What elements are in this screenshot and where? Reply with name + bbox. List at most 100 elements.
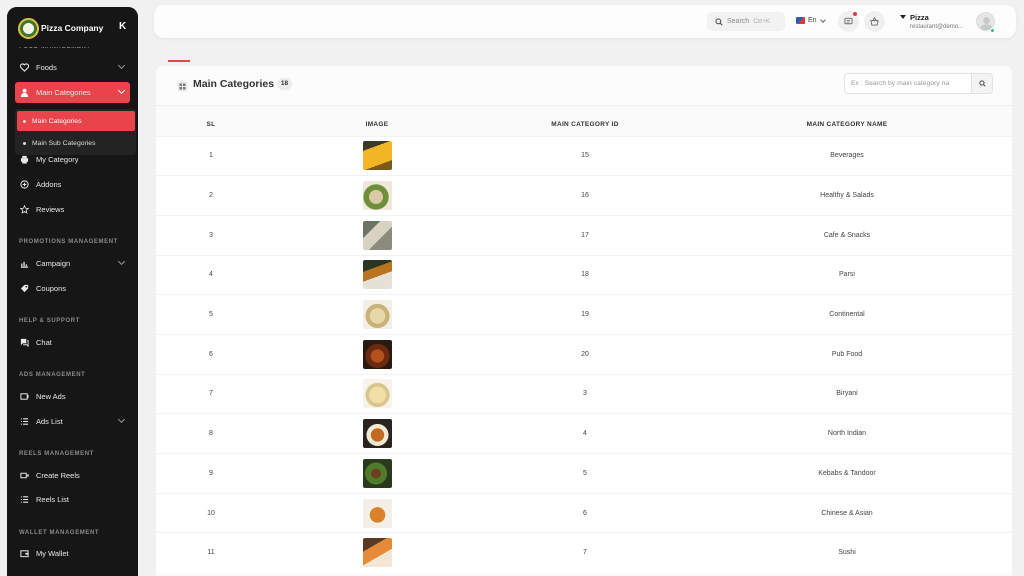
sidebar-item-label: Coupons [36, 283, 67, 293]
bullet-icon [23, 119, 26, 123]
table-row: 3 17 Cafe & Snacks [156, 215, 1012, 256]
flag-icon [796, 17, 805, 24]
sidebar-item-main-categories[interactable]: Main Categories [15, 82, 130, 103]
search-submit-button[interactable] [971, 74, 992, 93]
section-ads-management: ADS MANAGEMENT [19, 372, 86, 378]
search-shortcut: Ctrl+K [753, 18, 771, 25]
cell-category-id: 19 [581, 311, 589, 319]
list-icon [20, 417, 29, 426]
cell-sl: 1 [209, 152, 213, 160]
sidebar-item-my-wallet[interactable]: My Wallet [15, 543, 130, 563]
user-icon [20, 88, 29, 97]
sidebar-item-coupons[interactable]: Coupons [15, 278, 130, 298]
message-icon [844, 17, 853, 26]
search-icon [978, 80, 986, 87]
submenu-item-label: Main Categories [32, 117, 82, 125]
cart-button[interactable] [864, 11, 885, 32]
submenu-item-label: Main Sub Categories [32, 139, 96, 147]
printer-icon [20, 155, 29, 164]
table-row: 5 19 Continental [156, 294, 1012, 335]
cell-category-id: 4 [583, 430, 587, 438]
cell-sl: 10 [207, 509, 215, 517]
messages-button[interactable] [838, 11, 859, 32]
cell-sl: 4 [209, 271, 213, 279]
star-icon [20, 204, 29, 214]
sidebar-item-foods[interactable]: Foods [15, 57, 130, 77]
video-icon [20, 471, 29, 480]
cell-category-id: 5 [583, 469, 587, 477]
cell-category-id: 7 [583, 549, 587, 557]
sidebar-item-ads-list[interactable]: Ads List [15, 411, 130, 431]
category-search-input[interactable] [845, 74, 972, 93]
cell-category-name: Pub Food [831, 350, 863, 358]
user-name[interactable]: Pizza [910, 13, 929, 22]
chevron-down-icon [819, 16, 826, 23]
categories-table: SL IMAGE MAIN CATEGORY ID MAIN CATEGORY … [156, 114, 1012, 573]
section-wallet-management: WALLET MANAGEMENT [19, 530, 100, 536]
cell-category-name: Cafe & Snacks [823, 231, 871, 239]
submenu-item-main-categories[interactable]: Main Categories [17, 111, 135, 131]
cell-image [266, 176, 488, 216]
language-selector[interactable]: En [796, 16, 826, 24]
online-status-dot [990, 28, 995, 33]
table-row: 4 18 Parsi [156, 255, 1012, 295]
sidebar-item-my-category[interactable]: My Category [15, 149, 130, 169]
table-row: 6 20 Pub Food [156, 334, 1012, 375]
column-header-category-name: MAIN CATEGORY NAME [682, 114, 1012, 136]
cell-image [266, 255, 488, 295]
table-header-row: SL IMAGE MAIN CATEGORY ID MAIN CATEGORY … [156, 114, 1012, 136]
global-search-button[interactable]: Search Ctrl+K [707, 12, 785, 31]
collapse-sidebar-button[interactable]: K [119, 21, 126, 32]
section-promotions-management: PROMOTIONS MANAGEMENT [19, 239, 118, 245]
sidebar-item-addons[interactable]: Addons [15, 174, 130, 194]
cell-sl: 5 [209, 311, 213, 319]
column-header-category-id: MAIN CATEGORY ID [488, 114, 682, 136]
sidebar-item-label: Reels List [36, 494, 69, 504]
cell-category-id: 20 [581, 350, 589, 358]
sidebar-item-label: Main Categories [36, 88, 91, 97]
column-header-image: IMAGE [266, 114, 488, 136]
cell-sl: 3 [209, 231, 213, 239]
chevron-down-icon [117, 61, 126, 70]
table-row: 10 6 Chinese & Asian [156, 493, 1012, 533]
heart-icon [20, 62, 29, 72]
basket-icon [870, 17, 879, 26]
category-thumbnail [362, 379, 392, 409]
table-row: 2 16 Healthy & Salads [156, 175, 1012, 216]
cell-category-name: Parsi [839, 271, 855, 279]
tab-indicator [168, 60, 190, 62]
sidebar-item-reviews[interactable]: Reviews [15, 199, 130, 219]
section-reels-management: REELS MANAGEMENT [19, 451, 94, 457]
category-thumbnail [362, 538, 392, 568]
page-title: Main Categories [193, 78, 275, 90]
cell-category-id: 18 [581, 271, 589, 279]
sidebar-item-new-ads[interactable]: New Ads [15, 386, 130, 406]
sidebar: Pizza Company K FOOD MANAGEMENT Foods Ma… [7, 7, 138, 576]
cell-image [266, 414, 488, 454]
cell-category-name: Biryani [836, 390, 858, 398]
cell-image [266, 334, 488, 374]
cell-image [266, 374, 488, 414]
sidebar-item-campaign[interactable]: Campaign [15, 253, 130, 273]
cell-category-name: North Indian [827, 430, 867, 438]
sidebar-item-create-reels[interactable]: Create Reels [15, 465, 130, 485]
sidebar-item-chat[interactable]: Chat [15, 332, 130, 352]
sidebar-item-reels-list[interactable]: Reels List [15, 489, 130, 509]
user-email: restaurant@demo... [910, 24, 964, 30]
sidebar-item-label: Ads List [36, 416, 63, 426]
cell-category-id: 15 [581, 152, 589, 160]
category-thumbnail [362, 419, 392, 449]
cell-image [266, 295, 488, 335]
cell-category-id: 3 [583, 390, 587, 398]
cell-sl: 8 [209, 430, 213, 438]
sidebar-item-label: Campaign [36, 258, 71, 268]
cell-image [266, 136, 488, 176]
card-header: Main Categories 18 [156, 66, 1012, 106]
sidebar-item-label: My Wallet [36, 548, 69, 558]
table-body: 1 15 Beverages 2 16 Healthy & Salads 3 17 Cafe &… [156, 136, 1012, 573]
brand-name: Pizza Company [41, 23, 104, 33]
category-thumbnail [362, 300, 392, 330]
count-badge: 18 [277, 78, 292, 90]
cell-sl: 2 [209, 192, 213, 200]
sidebar-item-label: My Category [36, 154, 79, 164]
